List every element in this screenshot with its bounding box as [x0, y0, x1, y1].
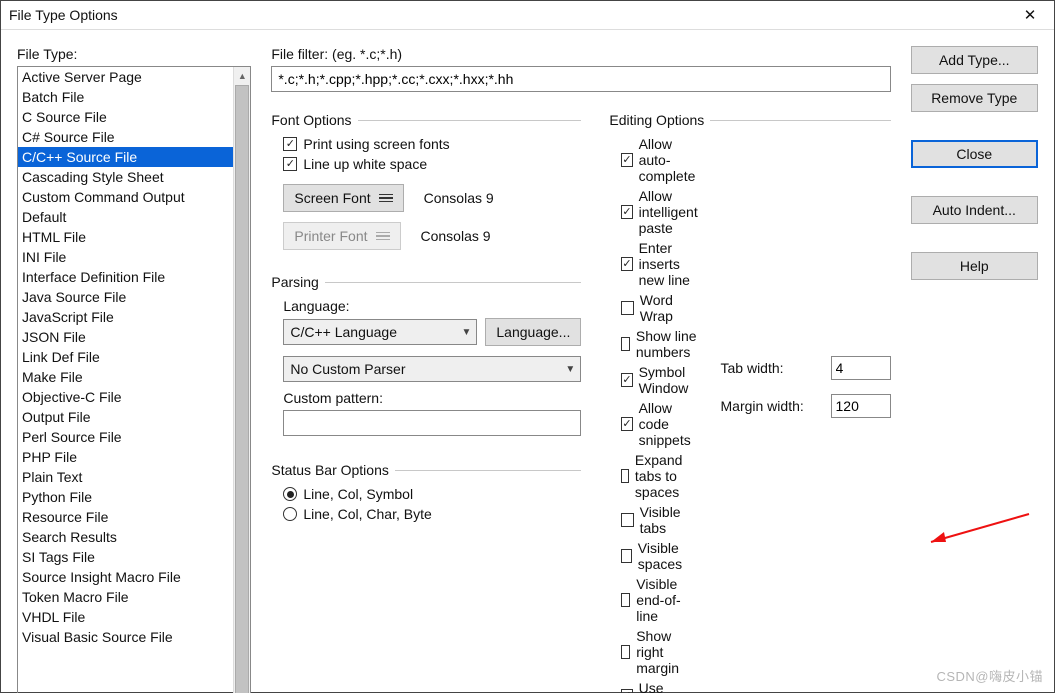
allow-auto-complete-checkbox[interactable] — [621, 153, 632, 167]
file-type-listbox[interactable]: Active Server PageBatch FileC Source Fil… — [17, 66, 251, 693]
list-item[interactable]: JSON File — [18, 327, 233, 347]
language-combo[interactable]: C/C++ Language▼ — [283, 319, 477, 345]
file-type-label: File Type: — [17, 46, 251, 62]
visible-eol-checkbox[interactable] — [621, 593, 630, 607]
column-right: Editing Options Allow auto-complete Allo… — [609, 112, 890, 693]
show-line-numbers-checkbox[interactable] — [621, 337, 630, 351]
chevron-down-icon: ▼ — [456, 327, 476, 338]
list-item[interactable]: JavaScript File — [18, 307, 233, 327]
menu-icon — [376, 230, 390, 243]
list-item[interactable]: INI File — [18, 247, 233, 267]
use-overview-checkbox[interactable] — [621, 689, 632, 693]
right-button-panel: Add Type... Remove Type Close Auto Inden… — [911, 46, 1039, 693]
status-bar-title: Status Bar Options — [271, 462, 389, 478]
file-filter-label: File filter: (eg. *.c;*.h) — [271, 46, 890, 62]
list-item[interactable]: Python File — [18, 487, 233, 507]
add-type-button[interactable]: Add Type... — [911, 46, 1039, 74]
window-title: File Type Options — [9, 7, 1008, 23]
file-type-options-dialog: File Type Options ✕ File Type: Active Se… — [0, 0, 1055, 693]
list-item[interactable]: Make File — [18, 367, 233, 387]
help-button[interactable]: Help — [911, 252, 1039, 280]
show-right-margin-checkbox[interactable] — [621, 645, 630, 659]
editing-options-title: Editing Options — [609, 112, 704, 128]
margin-width-input[interactable] — [831, 394, 891, 418]
scrollbar-vertical[interactable]: ▲ ▼ — [233, 67, 250, 693]
left-panel: File Type: Active Server PageBatch FileC… — [17, 46, 251, 693]
list-item[interactable]: HTML File — [18, 227, 233, 247]
list-item[interactable]: Cascading Style Sheet — [18, 167, 233, 187]
list-item[interactable]: C Source File — [18, 107, 233, 127]
allow-intelligent-paste-checkbox[interactable] — [621, 205, 632, 219]
printer-font-button[interactable]: Printer Font — [283, 222, 400, 250]
file-filter-input[interactable] — [271, 66, 890, 92]
list-item[interactable]: Active Server Page — [18, 67, 233, 87]
list-item[interactable]: Visual Basic Source File — [18, 627, 233, 647]
print-screen-fonts-checkbox[interactable] — [283, 137, 297, 151]
list-item[interactable]: Resource File — [18, 507, 233, 527]
list-item[interactable]: Perl Source File — [18, 427, 233, 447]
print-screen-fonts-label: Print using screen fonts — [303, 136, 449, 152]
parsing-title: Parsing — [271, 274, 318, 290]
language-button[interactable]: Language... — [485, 318, 581, 346]
screen-font-value: Consolas 9 — [424, 190, 494, 206]
list-item[interactable]: Search Results — [18, 527, 233, 547]
center-panel: File filter: (eg. *.c;*.h) Font Options … — [271, 46, 890, 693]
status-opt1-label: Line, Col, Symbol — [303, 486, 413, 502]
font-options-title: Font Options — [271, 112, 351, 128]
list-item[interactable]: Batch File — [18, 87, 233, 107]
list-item[interactable]: Plain Text — [18, 467, 233, 487]
list-item[interactable]: SI Tags File — [18, 547, 233, 567]
list-item[interactable]: Link Def File — [18, 347, 233, 367]
list-item[interactable]: C/C++ Source File — [18, 147, 233, 167]
auto-indent-button[interactable]: Auto Indent... — [911, 196, 1039, 224]
status-linecol-char-radio[interactable] — [283, 507, 297, 521]
list-item[interactable]: Token Macro File — [18, 587, 233, 607]
list-item[interactable]: Java Source File — [18, 287, 233, 307]
titlebar: File Type Options ✕ — [1, 1, 1054, 30]
custom-pattern-label: Custom pattern: — [283, 390, 581, 406]
remove-type-button[interactable]: Remove Type — [911, 84, 1039, 112]
close-button[interactable]: Close — [911, 140, 1039, 168]
visible-tabs-checkbox[interactable] — [621, 513, 633, 527]
list-item[interactable]: Output File — [18, 407, 233, 427]
watermark: CSDN@嗨皮小锚 — [936, 666, 1043, 685]
screen-font-button[interactable]: Screen Font — [283, 184, 403, 212]
list-item[interactable]: C# Source File — [18, 127, 233, 147]
list-item[interactable]: Default — [18, 207, 233, 227]
tab-width-label: Tab width: — [721, 360, 784, 376]
enter-inserts-newline-checkbox[interactable] — [621, 257, 632, 271]
word-wrap-checkbox[interactable] — [621, 301, 633, 315]
dialog-content: File Type: Active Server PageBatch FileC… — [1, 30, 1054, 693]
status-opt2-label: Line, Col, Char, Byte — [303, 506, 431, 522]
margin-width-label: Margin width: — [721, 398, 804, 414]
column-left: Font Options Print using screen fonts Li… — [271, 112, 581, 693]
list-item[interactable]: Source Insight Macro File — [18, 567, 233, 587]
expand-tabs-checkbox[interactable] — [621, 469, 629, 483]
status-linecol-symbol-radio[interactable] — [283, 487, 297, 501]
visible-spaces-checkbox[interactable] — [621, 549, 631, 563]
tab-width-input[interactable] — [831, 356, 891, 380]
list-item[interactable]: Objective-C File — [18, 387, 233, 407]
custom-parser-combo[interactable]: No Custom Parser▼ — [283, 356, 581, 382]
printer-font-value: Consolas 9 — [421, 228, 491, 244]
list-item[interactable]: Interface Definition File — [18, 267, 233, 287]
menu-icon — [379, 192, 393, 205]
list-item[interactable]: PHP File — [18, 447, 233, 467]
custom-pattern-input[interactable] — [283, 410, 581, 436]
list-item[interactable]: Custom Command Output — [18, 187, 233, 207]
line-up-whitespace-label: Line up white space — [303, 156, 427, 172]
scroll-up-icon[interactable]: ▲ — [234, 67, 250, 84]
line-up-whitespace-checkbox[interactable] — [283, 157, 297, 171]
allow-code-snippets-checkbox[interactable] — [621, 417, 632, 431]
symbol-window-checkbox[interactable] — [621, 373, 632, 387]
list-item[interactable]: VHDL File — [18, 607, 233, 627]
close-icon[interactable]: ✕ — [1008, 1, 1052, 29]
language-label: Language: — [283, 298, 581, 314]
scroll-thumb[interactable] — [235, 85, 249, 693]
chevron-down-icon: ▼ — [560, 364, 580, 375]
